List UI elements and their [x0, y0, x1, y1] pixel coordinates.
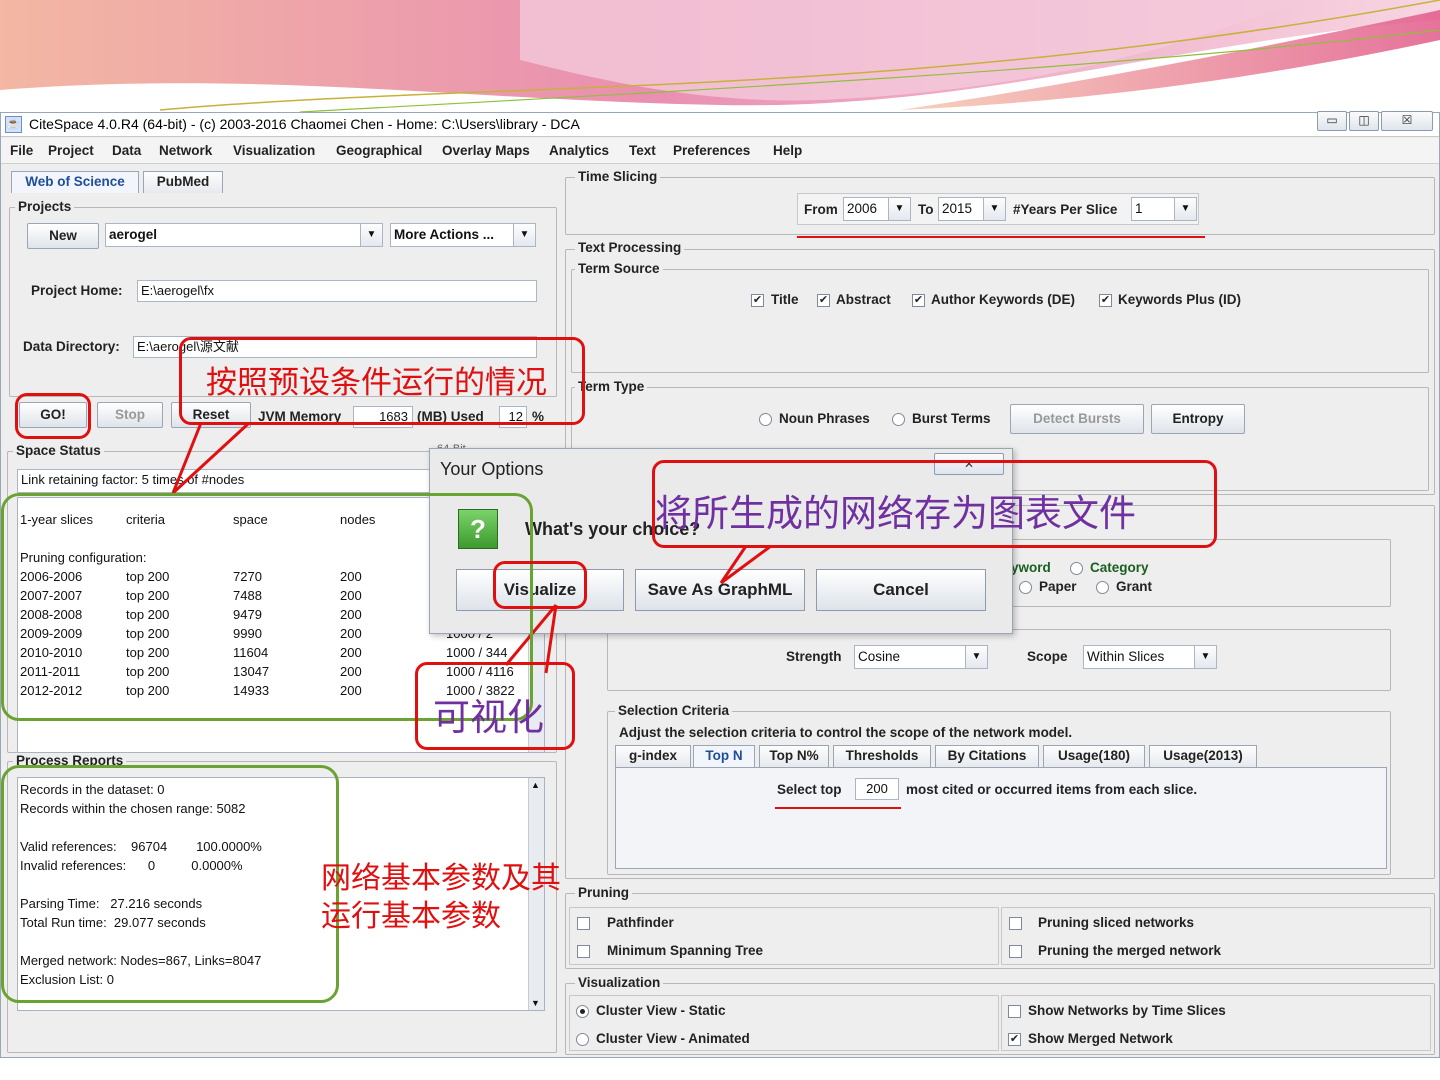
citespace-window: ☕ CiteSpace 4.0.R4 (64-bit) - (c) 2003-2…: [0, 111, 1440, 1058]
annotation-visualize-text: 可视化: [433, 696, 544, 739]
annotation-process-box: [1, 765, 339, 1003]
decorative-banner: [0, 0, 1440, 112]
annotation-graphml-text: 将所生成的网络存为图表文件: [655, 492, 1136, 535]
annotation-go-box: [15, 393, 91, 439]
annotation-preset-text: 按照预设条件运行的情况: [206, 365, 547, 401]
annotation-visualize-box: [493, 561, 587, 609]
annotation-params-line2: 运行基本参数: [321, 899, 501, 934]
